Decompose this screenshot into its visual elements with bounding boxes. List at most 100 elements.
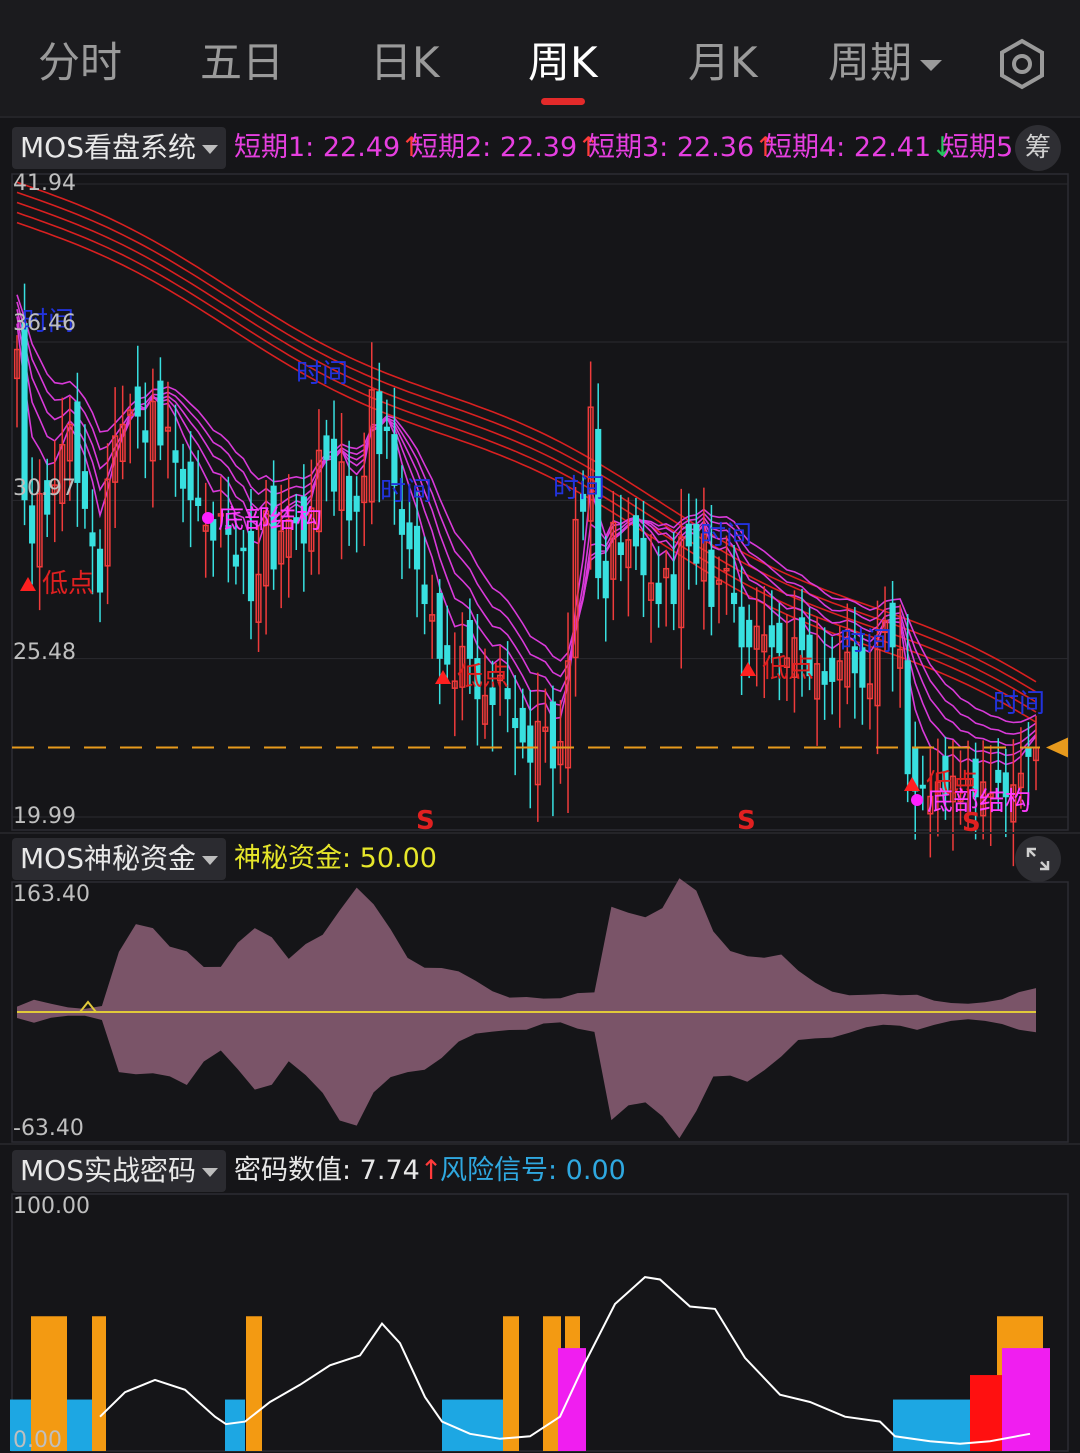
low-point-label: 低点 xyxy=(457,661,509,691)
candle-body xyxy=(413,525,421,570)
candle-body xyxy=(134,386,141,417)
fund-indicator-select[interactable]: MOS神秘资金 xyxy=(12,838,226,880)
low-point-label: 低点 xyxy=(42,568,94,598)
short-ma-line xyxy=(16,301,1037,735)
divider xyxy=(0,832,1080,834)
tab-period-dropdown[interactable]: 周期 xyxy=(828,36,943,90)
candle-body xyxy=(179,468,187,489)
candle-body xyxy=(708,549,715,607)
divider xyxy=(0,1143,1080,1145)
candle-body xyxy=(685,523,692,547)
time-label: 时间 xyxy=(840,626,892,656)
candle-body xyxy=(549,701,556,769)
candlestick-chart: 低点低点 低点低点底部结构底部结构时间时间时间 时间时间时间时间S S S xyxy=(11,173,1069,867)
candle-body xyxy=(821,671,828,685)
short-ma-2-value: 短期2: 22.39↑ xyxy=(411,127,600,169)
candle-body xyxy=(157,380,164,446)
candle-body xyxy=(406,522,413,550)
fund-indicator-label: MOS神秘资金 xyxy=(20,842,196,875)
short-ma-5-label: 短期5 xyxy=(942,132,1014,163)
divider xyxy=(0,116,1080,118)
gear-icon[interactable] xyxy=(996,38,1048,90)
candle-body xyxy=(746,619,753,648)
candle-body xyxy=(210,519,217,541)
code-bar-chart xyxy=(10,1193,1069,1452)
y-axis-label-bottom: -63.40 xyxy=(13,1116,84,1141)
time-label: 时间 xyxy=(296,358,348,388)
candle-body xyxy=(172,450,179,463)
code-bar xyxy=(246,1316,262,1451)
y-axis-label-bottom: 0.00 xyxy=(13,1428,62,1453)
tab-weekly-k[interactable]: 周K xyxy=(528,36,598,90)
candle-body xyxy=(738,606,745,648)
long-ma-line xyxy=(16,191,1037,693)
tab-five-day[interactable]: 五日 xyxy=(200,36,284,90)
candle-body xyxy=(670,574,677,605)
expand-icon[interactable] xyxy=(1015,836,1061,882)
y-axis-label: 25.48 xyxy=(13,640,76,665)
candle-body xyxy=(383,426,390,432)
mystery-fund-area-chart xyxy=(11,878,1069,1143)
main-indicator-label: MOS看盘系统 xyxy=(20,131,196,164)
candle-body xyxy=(96,548,104,593)
candle-body xyxy=(693,523,700,564)
candle-body xyxy=(346,475,353,521)
short-ma-1-label: 短期1: 22.49 xyxy=(234,132,401,163)
candle-body xyxy=(640,537,647,576)
tab-monthly-k[interactable]: 月K xyxy=(688,36,758,90)
bottom-structure-label: 底部结构 xyxy=(218,504,322,534)
candle-body xyxy=(421,584,428,605)
candle-body xyxy=(240,547,247,552)
code-bar xyxy=(225,1399,245,1451)
short-ma-line xyxy=(16,323,1037,766)
tab-intraday[interactable]: 分时 xyxy=(38,36,122,90)
candle-body xyxy=(768,625,775,648)
chevron-down-icon xyxy=(201,144,218,154)
candle-body xyxy=(904,660,911,775)
candle-body xyxy=(187,461,194,501)
candle-body xyxy=(81,471,89,509)
candle-body xyxy=(330,438,338,492)
candle-body xyxy=(798,617,806,651)
code-value: 密码数值: 7.74↑ xyxy=(234,1150,442,1192)
short-ma-4-label: 短期4: 22.41 xyxy=(765,132,932,163)
candle-body xyxy=(353,495,360,512)
candle-body xyxy=(376,391,383,455)
period-tab-bar: 分时 五日 日K 周K 月K 周期 xyxy=(0,0,1080,116)
candle-body xyxy=(1025,746,1032,757)
candle-body xyxy=(323,435,330,460)
candle-body xyxy=(398,509,406,535)
short-ma-2-label: 短期2: 22.39 xyxy=(411,132,578,163)
candle-body xyxy=(436,592,443,659)
long-ma-line xyxy=(16,181,1037,683)
price-pointer-icon xyxy=(1046,737,1068,758)
candle-body xyxy=(995,769,1002,783)
short-ma-1-value: 短期1: 22.49↑ xyxy=(234,127,423,169)
time-label: 时间 xyxy=(380,476,432,506)
bottom-structure-dot-icon xyxy=(911,794,923,806)
code-indicator-select[interactable]: MOS实战密码 xyxy=(12,1150,226,1192)
candle-body xyxy=(731,592,738,605)
low-point-label: 低点 xyxy=(762,653,814,683)
tab-daily-k[interactable]: 日K xyxy=(370,36,440,90)
candle-body xyxy=(595,428,602,579)
candle-body xyxy=(247,530,255,602)
short-ma-3-label: 短期3: 22.36 xyxy=(588,132,755,163)
y-axis-label: 30.97 xyxy=(13,476,76,501)
low-point-marker-icon xyxy=(20,577,36,591)
chip-distribution-button[interactable]: 筹 xyxy=(1015,125,1061,171)
period-label: 周期 xyxy=(828,38,913,87)
time-label: 时间 xyxy=(553,473,605,503)
short-ma-3-value: 短期3: 22.36↑ xyxy=(588,127,777,169)
code-bar xyxy=(503,1316,519,1451)
candle-body xyxy=(919,784,926,789)
code-value-label: 密码数值: 7.74 xyxy=(234,1155,420,1186)
candle-body xyxy=(29,505,36,544)
candle-body xyxy=(519,707,526,743)
candle-body xyxy=(655,582,662,605)
low-point-marker-icon xyxy=(740,662,756,676)
main-indicator-select[interactable]: MOS看盘系统 xyxy=(12,127,226,169)
short-ma-line xyxy=(16,316,1037,757)
candle-body xyxy=(444,645,451,665)
y-axis-label-top: 100.00 xyxy=(13,1194,90,1219)
